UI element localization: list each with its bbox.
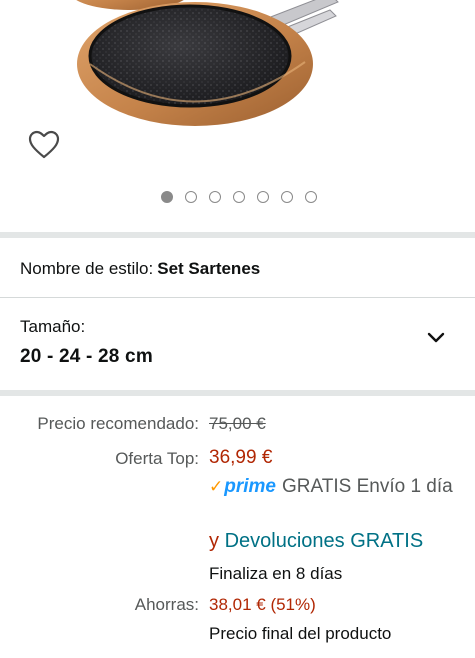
- savings-value: 38,01 € (51%): [209, 595, 316, 614]
- chevron-down-icon[interactable]: [427, 332, 445, 344]
- returns-info: y Devoluciones GRATIS: [209, 530, 423, 553]
- frying-pan-image: [76, 0, 339, 126]
- returns-prefix: y: [209, 530, 219, 552]
- carousel-dot[interactable]: [184, 191, 197, 203]
- size-selector[interactable]: Tamaño: 20 - 24 - 28 cm: [20, 317, 455, 375]
- heart-outline-icon[interactable]: [28, 130, 60, 160]
- section-divider: [0, 232, 475, 238]
- prime-check-icon: ✓: [209, 477, 224, 496]
- style-label: Nombre de estilo:: [20, 259, 154, 278]
- carousel-dot[interactable]: [208, 191, 221, 203]
- style-value: Set Sartenes: [157, 259, 261, 278]
- size-value: 20 - 24 - 28 cm: [20, 346, 153, 367]
- final-price-note: Precio final del producto: [209, 624, 392, 643]
- carousel-dot[interactable]: [256, 191, 269, 203]
- shipping-text: GRATIS Envío 1 día: [282, 476, 453, 497]
- product-image-gallery[interactable]: [0, 0, 475, 232]
- prime-badge: ✓ prime: [209, 472, 276, 502]
- prime-word: prime: [224, 476, 276, 497]
- style-name-row: Nombre de estilo: Set Sartenes: [20, 259, 260, 279]
- carousel-dot[interactable]: [232, 191, 245, 203]
- prime-shipping-info: ✓ prime GRATIS Envío 1 día: [209, 472, 459, 502]
- image-carousel-dots: [0, 191, 475, 203]
- carousel-dot[interactable]: [304, 191, 317, 203]
- offer-label: Oferta Top:: [115, 449, 199, 468]
- offer-ends-text: Finaliza en 8 días: [209, 564, 343, 583]
- section-divider: [0, 390, 475, 396]
- savings-label: Ahorras:: [134, 595, 199, 614]
- size-label: Tamaño:: [20, 317, 86, 336]
- recommended-price-value: 75,00 €: [209, 414, 266, 433]
- carousel-dot[interactable]: [280, 191, 293, 203]
- offer-price-value: 36,99 €: [209, 447, 273, 468]
- row-divider: [0, 297, 475, 298]
- recommended-price-label: Precio recomendado:: [37, 414, 199, 433]
- free-returns-link[interactable]: Devoluciones GRATIS: [225, 530, 424, 552]
- carousel-dot[interactable]: [160, 191, 173, 203]
